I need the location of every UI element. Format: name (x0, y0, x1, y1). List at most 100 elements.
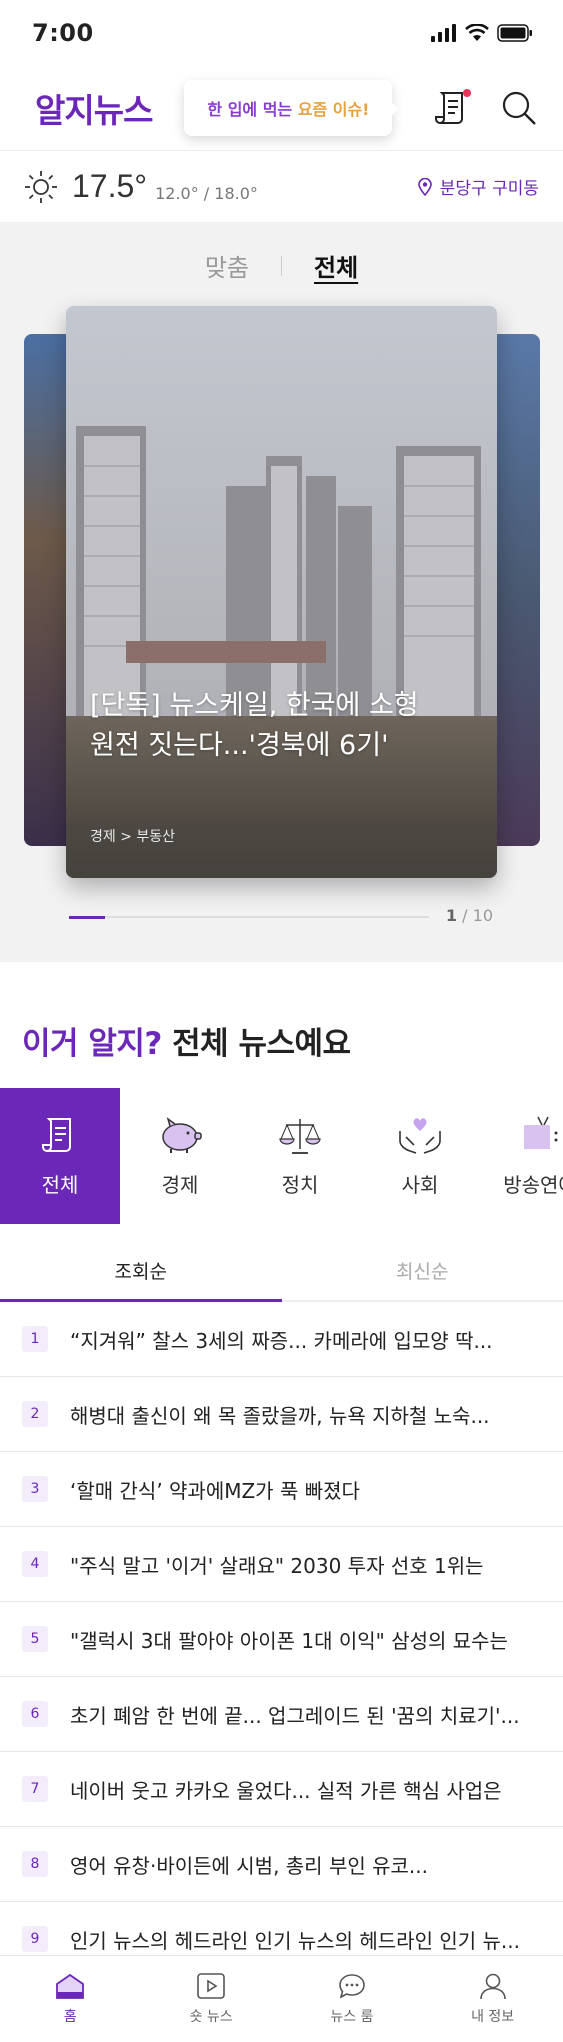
sort-tabs: 조회순 최신순 (0, 1240, 563, 1302)
nav-news-room[interactable]: 뉴스 룸 (282, 1956, 423, 2042)
rank-badge: 5 (22, 1626, 48, 1652)
chat-icon (339, 1974, 365, 1999)
promo-text-2: 요즘 이슈! (297, 100, 370, 119)
carousel-progress (69, 915, 429, 919)
header-actions (433, 88, 539, 128)
news-headline: 초기 폐암 한 번에 끝... 업그레이드 된 '꿈의 치료기'... (70, 1703, 520, 1728)
section-heading: 이거 알지? 전체 뉴스예요 (22, 1018, 351, 1063)
featured-card[interactable]: [단독] 뉴스케일, 한국에 소형 원전 짓는다...'경북에 6기' 경제 >… (66, 306, 497, 878)
bottom-nav: 홈 숏 뉴스 뉴스 룸 내 정보 (0, 1955, 563, 2042)
category-label: 사회 (401, 1172, 439, 1197)
category-all[interactable]: 전체 (0, 1088, 120, 1224)
promo-bubble[interactable]: 한 입에 먹는 요즘 이슈! (184, 80, 400, 136)
total-pages: / 10 (462, 906, 493, 925)
news-headline: ‘할매 간식’ 약과에MZ가 푹 빠졌다 (70, 1478, 360, 1503)
weather-bar: 17.5° 12.0° / 18.0° 분당구 구미동 (0, 150, 563, 222)
current-page: 1 (445, 906, 458, 925)
next-card[interactable] (490, 334, 540, 846)
section-heading-accent: 이거 알지? (22, 1026, 162, 1062)
featured-carousel: 맞춤 전체 [단독] 뉴스케일, 한국에 소형 원전 짓는다...'경북에 6기… (0, 222, 563, 962)
rank-badge: 7 (22, 1776, 48, 1802)
app-logo[interactable]: 알지뉴스 (35, 84, 153, 132)
status-time: 7:00 (32, 19, 94, 47)
news-headline: 네이버 웃고 카카오 울었다... 실적 가른 핵심 사업은 (70, 1778, 502, 1803)
featured-headline-line1: [단독] 뉴스케일, 한국에 소형 (90, 690, 419, 721)
promo-text-1: 한 입에 먹는 (207, 100, 293, 119)
sort-tab-views[interactable]: 조회순 (0, 1240, 282, 1302)
featured-headline-line2: 원전 짓는다...'경북에 6기' (90, 730, 389, 761)
news-item[interactable]: 8 영어 유창·바이든에 시범, 총리 부인 유코... (0, 1827, 563, 1902)
category-tabs: 전체 경제 정치 사회 방송연예 (0, 1088, 563, 1224)
rank-badge: 9 (22, 1926, 48, 1952)
location-selector[interactable]: 분당구 구미동 (417, 174, 539, 199)
sort-tab-latest[interactable]: 최신순 (282, 1240, 563, 1300)
news-list-button[interactable] (433, 88, 473, 128)
news-headline: 해병대 출신이 왜 목 졸랐을까, 뉴욕 지하철 노숙... (70, 1403, 490, 1428)
wifi-icon (465, 24, 489, 41)
rank-badge: 4 (22, 1551, 48, 1577)
user-icon (479, 1973, 506, 2000)
featured-image (66, 306, 497, 878)
heart-hands-icon (399, 1117, 441, 1154)
news-item[interactable]: 1 “지겨워” 찰스 3세의 짜증... 카메라에 입모양 딱... (0, 1302, 563, 1377)
nav-short-news[interactable]: 숏 뉴스 (141, 1956, 282, 2042)
rank-badge: 1 (22, 1326, 48, 1352)
feed-toggle-divider (281, 255, 282, 276)
nav-label: 숏 뉴스 (189, 2009, 233, 2025)
category-label: 전체 (41, 1172, 79, 1197)
temperature-range: 12.0° / 18.0° (155, 184, 258, 203)
temperature: 17.5° (72, 168, 148, 204)
news-item[interactable]: 6 초기 폐암 한 번에 끝... 업그레이드 된 '꿈의 치료기'... (0, 1677, 563, 1752)
location-label: 분당구 구미동 (439, 179, 539, 199)
sun-icon (25, 170, 57, 203)
nav-label: 내 정보 (471, 2009, 515, 2025)
document-icon (42, 1117, 71, 1152)
home-icon (56, 1973, 85, 1999)
category-economy[interactable]: 경제 (120, 1088, 240, 1224)
carousel-page-count: 1 / 10 (446, 906, 493, 925)
feed-toggle: 맞춤 전체 (0, 248, 563, 283)
rank-badge: 6 (22, 1701, 48, 1727)
news-item[interactable]: 5 "갤럭시 3대 팔아야 아이폰 1대 이익" 삼성의 묘수는 (0, 1602, 563, 1677)
news-list: 1 “지겨워” 찰스 3세의 짜증... 카메라에 입모양 딱... 2 해병대 … (0, 1302, 563, 1977)
featured-category: 경제 > 부동산 (90, 829, 176, 845)
category-label: 경제 (161, 1172, 199, 1197)
notification-dot (463, 89, 471, 97)
news-headline: "갤럭시 3대 팔아야 아이폰 1대 이익" 삼성의 묘수는 (70, 1628, 508, 1653)
news-headline: 인기 뉴스의 헤드라인 인기 뉴스의 헤드라인 인기 뉴... (70, 1928, 520, 1953)
rank-badge: 3 (22, 1476, 48, 1502)
category-politics[interactable]: 정치 (240, 1088, 360, 1224)
rank-badge: 8 (22, 1851, 48, 1877)
news-headline: 영어 유창·바이든에 시범, 총리 부인 유코... (70, 1853, 428, 1878)
news-headline: “지겨워” 찰스 3세의 짜증... 카메라에 입모양 딱... (70, 1328, 493, 1353)
search-icon (502, 91, 536, 125)
category-label: 방송연예 (503, 1172, 563, 1197)
feed-toggle-custom[interactable]: 맞춤 (205, 248, 249, 283)
feed-toggle-all[interactable]: 전체 (314, 248, 358, 283)
carousel-progress-fill (69, 915, 105, 919)
scale-icon (279, 1118, 321, 1154)
news-item[interactable]: 7 네이버 웃고 카카오 울었다... 실적 가른 핵심 사업은 (0, 1752, 563, 1827)
app-header: 알지뉴스 한 입에 먹는 요즘 이슈! (0, 66, 563, 150)
battery-icon (497, 24, 532, 42)
news-item[interactable]: 2 해병대 출신이 왜 목 졸랐을까, 뉴욕 지하철 노숙... (0, 1377, 563, 1452)
category-label: 정치 (281, 1172, 319, 1197)
nav-my-info[interactable]: 내 정보 (422, 1956, 563, 2042)
location-pin-icon (417, 177, 432, 196)
nav-home[interactable]: 홈 (0, 1956, 141, 2042)
signal-icon (431, 24, 456, 42)
tv-icon (524, 1116, 558, 1149)
category-society[interactable]: 사회 (360, 1088, 480, 1224)
search-button[interactable] (499, 88, 539, 128)
nav-label: 홈 (63, 2009, 77, 2025)
category-entertainment[interactable]: 방송연예 (480, 1088, 563, 1224)
news-headline: "주식 말고 '이거' 살래요" 2030 투자 선호 1위는 (70, 1553, 484, 1578)
rank-badge: 2 (22, 1401, 48, 1427)
play-icon (197, 1973, 225, 1999)
piggy-bank-icon (162, 1116, 202, 1153)
nav-label: 뉴스 룸 (330, 2009, 374, 2025)
news-item[interactable]: 3 ‘할매 간식’ 약과에MZ가 푹 빠졌다 (0, 1452, 563, 1527)
featured-headline: [단독] 뉴스케일, 한국에 소형 원전 짓는다...'경북에 6기' (90, 686, 480, 766)
section-heading-rest: 전체 뉴스예요 (161, 1026, 351, 1062)
news-item[interactable]: 4 "주식 말고 '이거' 살래요" 2030 투자 선호 1위는 (0, 1527, 563, 1602)
